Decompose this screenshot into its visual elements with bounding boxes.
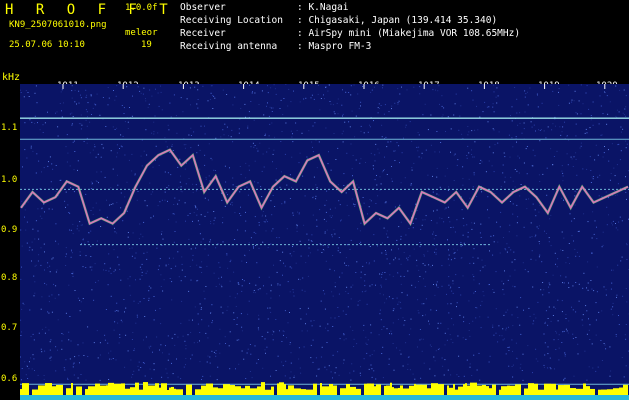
observer-key: Observer — [180, 2, 226, 13]
stripe-base — [20, 395, 629, 400]
header-panel: H R O F F T 1.0.0f KN9_2507061010.png 25… — [0, 0, 629, 83]
receiver-value: : AirSpy mini (Miakejima VOR 108.65MHz) — [297, 28, 521, 39]
datetime-label: 25.07.06 10:10 — [9, 40, 85, 50]
meteor-count: 19 — [141, 40, 152, 50]
y-tick-label: 0.7 — [1, 323, 18, 333]
y-tick-label: 0.6 — [1, 374, 18, 384]
location-value: : Chigasaki, Japan (139.414 35.340) — [297, 15, 498, 26]
location-key: Receiving Location — [180, 15, 283, 26]
y-tick-label: 1.1 — [1, 123, 18, 133]
spectrogram-svg — [20, 84, 629, 400]
antenna-value: : Maspro FM-3 — [297, 41, 372, 52]
y-axis-unit: kHz — [2, 72, 21, 83]
antenna-key: Receiving antenna — [180, 41, 278, 52]
observer-value: : K.Nagai — [297, 2, 349, 13]
receiver-key: Receiver — [180, 28, 226, 39]
y-tick-label: 0.9 — [1, 225, 18, 235]
y-tick-label: 1.0 — [1, 175, 18, 185]
spectrogram-plot — [20, 84, 629, 400]
meteor-label: meleor — [125, 28, 158, 38]
y-tick-label: 0.8 — [1, 273, 18, 283]
filename-label: KN9_2507061010.png — [9, 20, 107, 30]
spectrogram-background — [20, 84, 629, 400]
version-label: 1.0.0f — [125, 3, 158, 13]
